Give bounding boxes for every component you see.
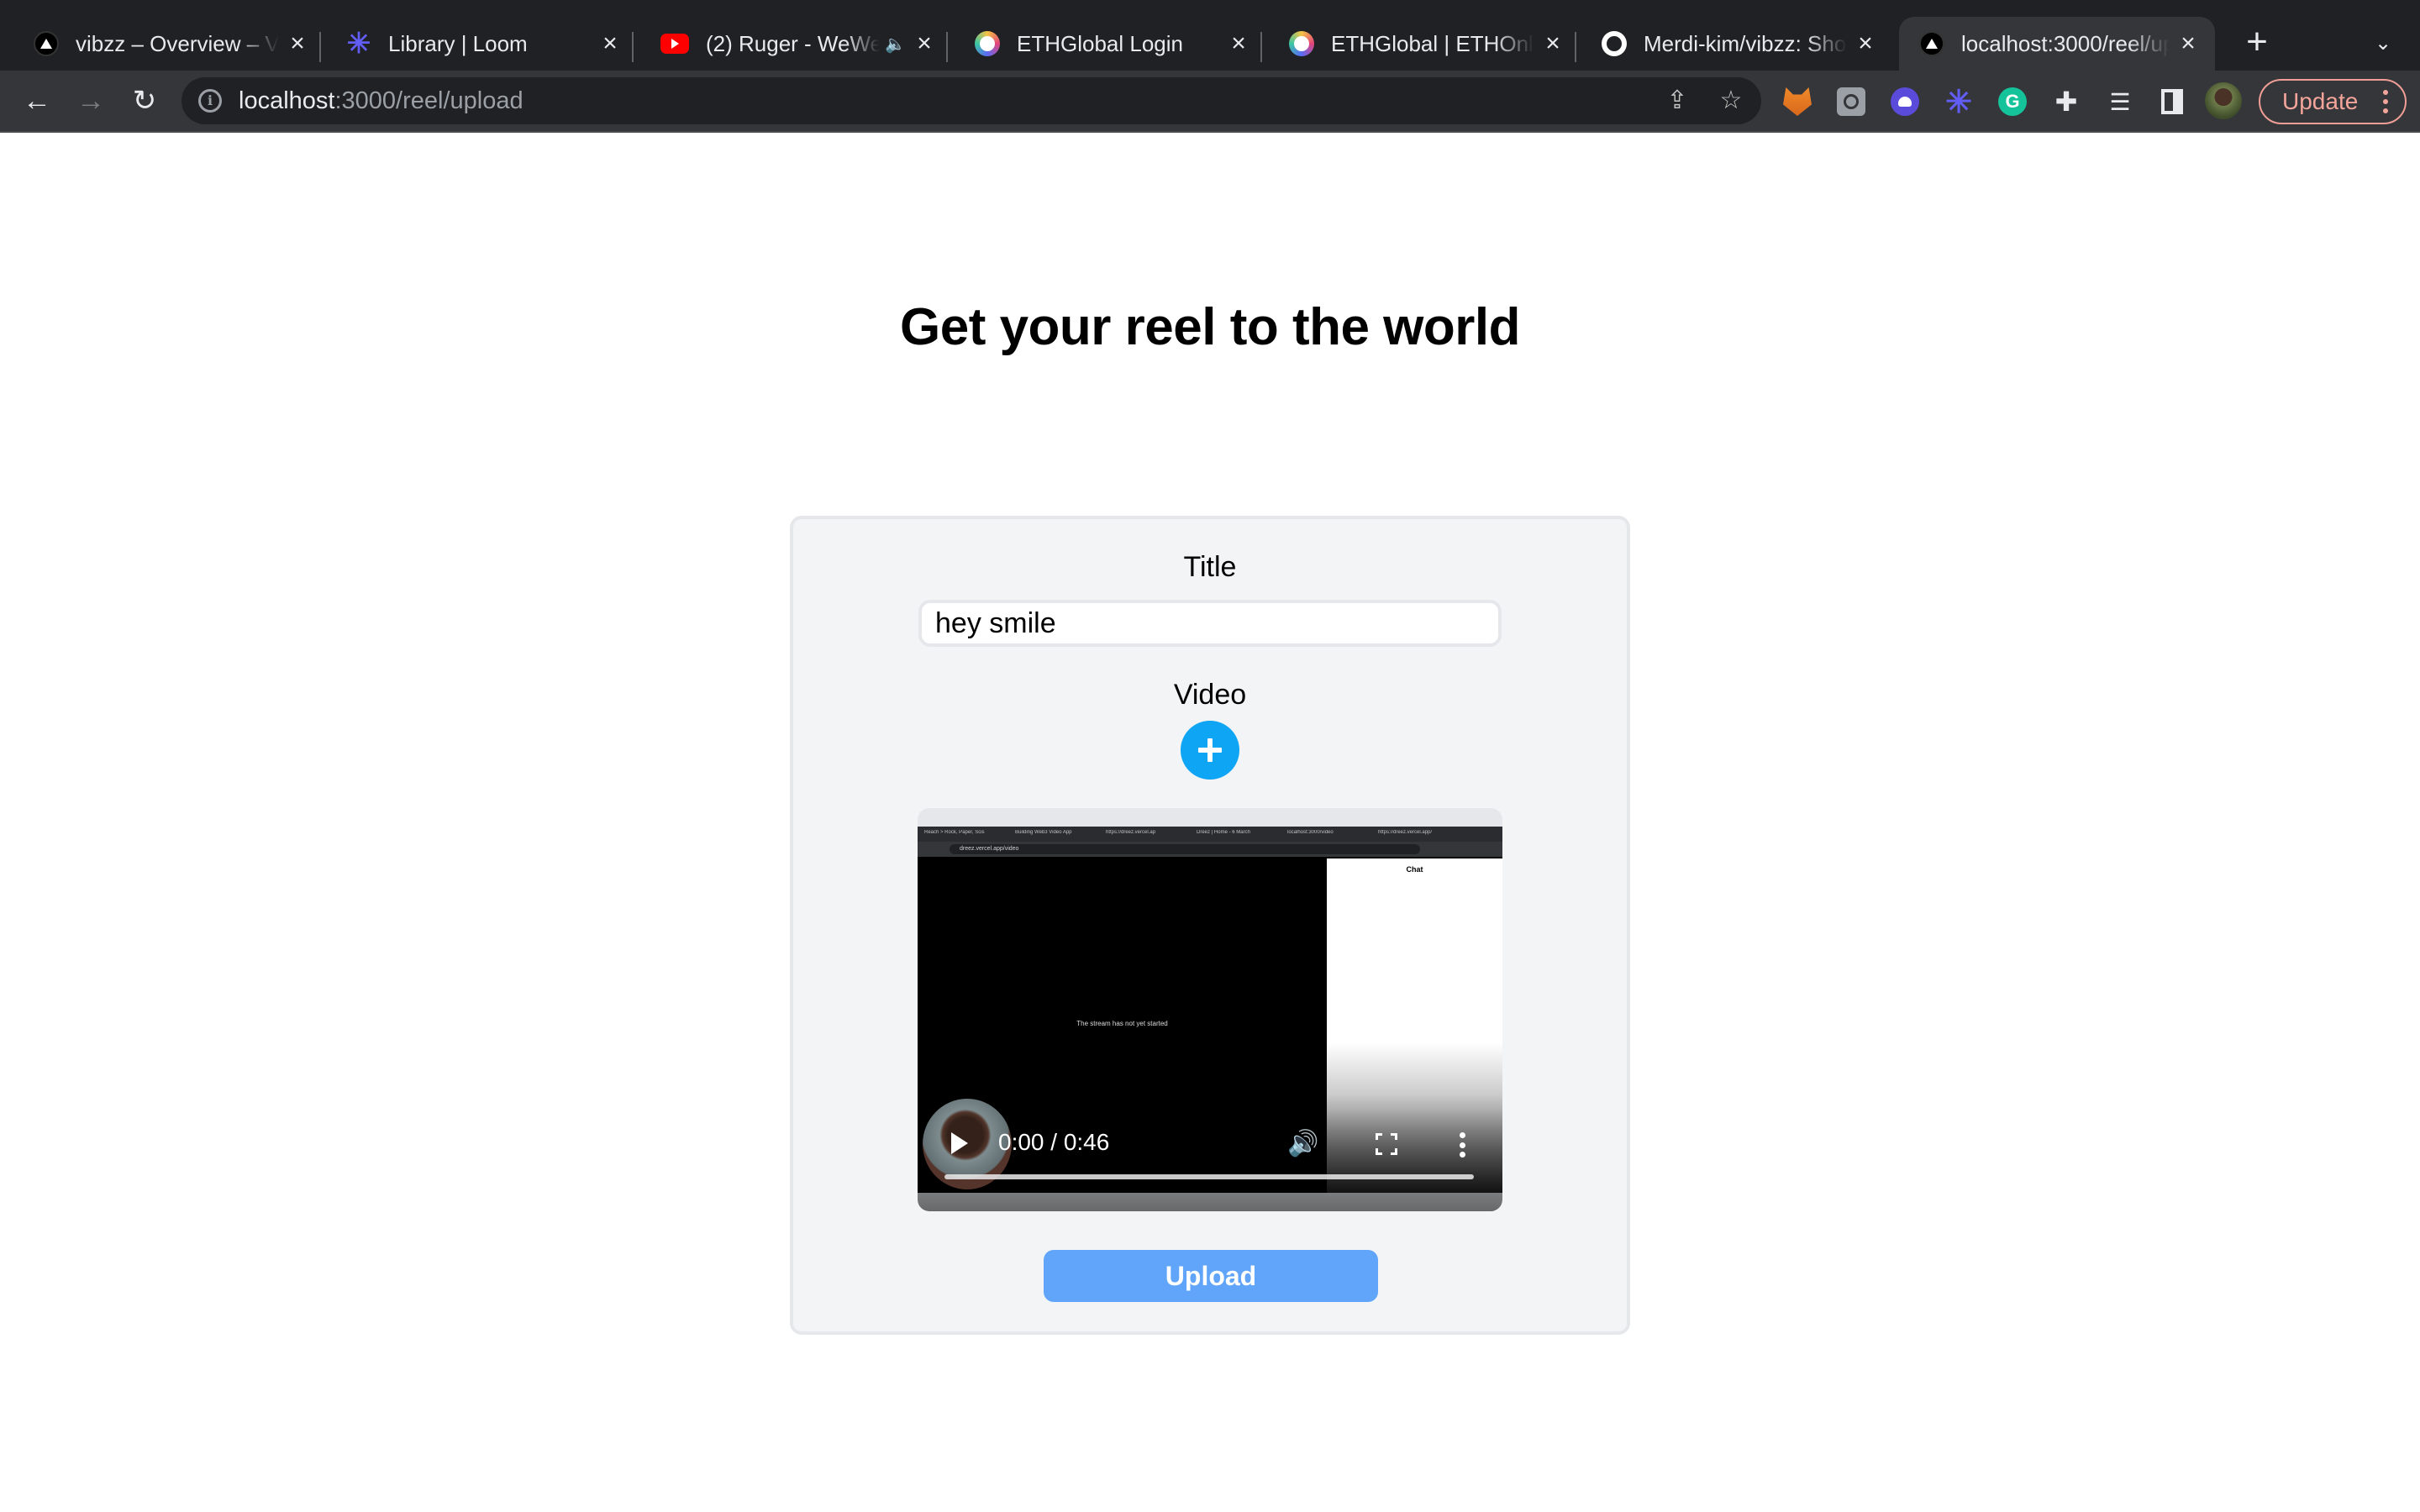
reload-button[interactable]: ↻ bbox=[123, 79, 166, 123]
extensions-puzzle-icon[interactable]: ✚ bbox=[2052, 87, 2081, 117]
forward-button[interactable]: → bbox=[69, 79, 113, 123]
tab-title: (2) Ruger - WeWe bbox=[706, 30, 881, 56]
title-label: Title bbox=[1183, 551, 1237, 583]
profile-avatar[interactable] bbox=[2205, 82, 2242, 119]
url-path: :3000/reel/upload bbox=[334, 87, 523, 114]
side-panel-icon[interactable] bbox=[2161, 89, 2183, 114]
share-icon[interactable]: ⇪ bbox=[1664, 87, 1691, 114]
video-frame-tab: https://dreez.vercel.ap bbox=[1106, 830, 1156, 835]
tab-separator bbox=[632, 32, 634, 62]
tab-separator bbox=[946, 32, 948, 62]
tab-loom-library[interactable]: ✳ Library | Loom × bbox=[346, 17, 634, 71]
video-player[interactable]: Reach > Rock, Paper, Scis Building Web3 … bbox=[918, 808, 1502, 1211]
video-frame-tab: Building Web3 Video App bbox=[1015, 830, 1072, 835]
video-frame-tab: https://dreez.vercel.app/ bbox=[1378, 830, 1433, 835]
more-options-icon[interactable] bbox=[1459, 1132, 1465, 1158]
close-tab-icon[interactable]: × bbox=[1541, 31, 1565, 56]
close-tab-icon[interactable]: × bbox=[1854, 31, 1877, 56]
tab-strip: vibzz – Overview – Vercel × ✳ Library | … bbox=[0, 0, 2420, 71]
vercel-icon bbox=[34, 31, 59, 56]
video-frame-message: The stream has not yet started bbox=[1076, 1020, 1168, 1027]
tab-title: vibzz – Overview – Vercel bbox=[76, 30, 279, 56]
fullscreen-icon[interactable] bbox=[1376, 1133, 1397, 1155]
screenshot-camera-icon[interactable] bbox=[1837, 87, 1865, 116]
media-control-icon[interactable]: ☰ bbox=[2106, 87, 2134, 116]
loom-icon[interactable]: ✳ bbox=[1944, 85, 1973, 120]
tab-separator bbox=[319, 32, 321, 62]
upload-form-card: Title Video Reach > Rock, Paper, Scis Bu… bbox=[790, 516, 1630, 1335]
tab-github-vibzz[interactable]: Merdi-kim/vibzz: Short × bbox=[1602, 17, 1887, 71]
video-frame-toolbar: dreez.vercel.app/video bbox=[918, 842, 1502, 857]
loom-icon: ✳ bbox=[346, 28, 371, 60]
tab-localhost-upload[interactable]: localhost:3000/reel/upload × bbox=[1899, 17, 2215, 71]
tab-separator bbox=[1260, 32, 1262, 62]
video-frame-tab: Dreez | Home - 6 March bbox=[1197, 830, 1250, 835]
tab-youtube-ruger[interactable]: (2) Ruger - WeWe 🔈 × bbox=[660, 17, 948, 71]
video-frame-tabstrip: Reach > Rock, Paper, Scis Building Web3 … bbox=[918, 827, 1502, 842]
video-label: Video bbox=[1173, 679, 1247, 711]
tab-audio-icon[interactable]: 🔈 bbox=[885, 34, 906, 55]
play-icon[interactable] bbox=[951, 1132, 968, 1154]
page-content: Get your reel to the world Title Video R… bbox=[0, 133, 2420, 1512]
update-button[interactable]: Update bbox=[2259, 79, 2407, 124]
tab-separator bbox=[1575, 32, 1576, 62]
plus-icon-vertical bbox=[1207, 738, 1213, 762]
add-video-button[interactable] bbox=[1181, 721, 1239, 780]
close-tab-icon[interactable]: × bbox=[1227, 31, 1250, 56]
back-button[interactable]: ← bbox=[15, 79, 59, 123]
youtube-icon bbox=[660, 34, 689, 54]
upload-button[interactable]: Upload bbox=[1044, 1250, 1378, 1302]
tab-title: ETHGlobal Login bbox=[1017, 30, 1183, 56]
new-tab-button[interactable]: + bbox=[2238, 24, 2275, 62]
metamask-icon[interactable] bbox=[1783, 87, 1812, 116]
close-tab-icon[interactable]: × bbox=[286, 31, 309, 56]
vercel-icon bbox=[1919, 31, 1944, 56]
update-label: Update bbox=[2282, 88, 2359, 114]
ethglobal-icon bbox=[975, 31, 1000, 56]
bookmark-star-icon[interactable]: ☆ bbox=[1718, 87, 1744, 114]
video-progress-bar[interactable] bbox=[944, 1174, 1474, 1179]
github-icon bbox=[1602, 31, 1627, 56]
grammarly-icon[interactable]: G bbox=[1998, 87, 2027, 116]
browser-toolbar: ← → ↻ i localhost:3000/reel/upload ⇪ ☆ ✳… bbox=[0, 71, 2420, 133]
tab-ethglobal-login[interactable]: ETHGlobal Login × bbox=[975, 17, 1262, 71]
tab-title: Library | Loom bbox=[388, 30, 528, 56]
tab-title: localhost:3000/reel/upload bbox=[1961, 30, 2170, 56]
video-frame-url: dreez.vercel.app/video bbox=[950, 844, 1420, 854]
volume-icon[interactable]: 🔊 bbox=[1287, 1129, 1318, 1159]
url-host: localhost bbox=[239, 87, 335, 114]
tab-ethglobal-ethonline[interactable]: ETHGlobal | ETHOnline × bbox=[1289, 17, 1576, 71]
close-tab-icon[interactable]: × bbox=[2176, 31, 2200, 56]
title-input[interactable] bbox=[918, 600, 1502, 647]
tab-title: ETHGlobal | ETHOnline bbox=[1331, 30, 1534, 56]
close-tab-icon[interactable]: × bbox=[913, 31, 936, 56]
kebab-menu-icon[interactable] bbox=[2383, 90, 2388, 113]
tab-search-chevron-icon[interactable]: ⌄ bbox=[2368, 29, 2398, 59]
page-title: Get your reel to the world bbox=[900, 298, 1521, 356]
ghost-extension-icon[interactable] bbox=[1891, 87, 1919, 116]
tab-vibzz-overview[interactable]: vibzz – Overview – Vercel × bbox=[34, 17, 321, 71]
video-frame-tab: localhost:3000/video bbox=[1287, 830, 1334, 835]
ethglobal-icon bbox=[1289, 31, 1314, 56]
video-frame-tab: Reach > Rock, Paper, Scis bbox=[924, 830, 985, 835]
site-info-icon[interactable]: i bbox=[198, 89, 222, 113]
video-time-display: 0:00 / 0:46 bbox=[998, 1129, 1110, 1155]
video-frame-chat-title: Chat bbox=[1406, 865, 1423, 874]
tab-title: Merdi-kim/vibzz: Short bbox=[1644, 30, 1847, 56]
address-bar[interactable]: i localhost:3000/reel/upload ⇪ ☆ bbox=[182, 77, 1761, 124]
address-url[interactable]: localhost:3000/reel/upload bbox=[239, 87, 523, 115]
close-tab-icon[interactable]: × bbox=[598, 31, 622, 56]
